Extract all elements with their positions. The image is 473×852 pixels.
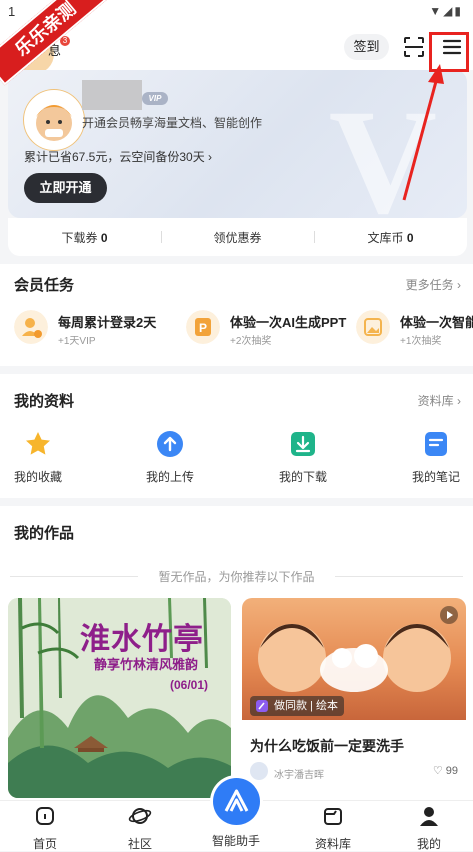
ai-assistant-icon[interactable] — [213, 778, 260, 825]
material-label: 我的收藏 — [13, 470, 62, 484]
coupon-discount[interactable]: 领优惠券 — [161, 218, 314, 256]
ppt-icon: P — [186, 310, 220, 344]
my-materials-section: 我的资料 资料库 › 我的收藏 我的上传 我的下载 我的笔记 — [0, 374, 473, 498]
materials-uploads[interactable]: 我的上传 — [130, 430, 210, 485]
play-icon[interactable] — [440, 606, 458, 624]
download-icon — [291, 432, 315, 456]
recommend-card-bamboo[interactable]: 淮水竹亭 静享竹林清风雅韵 (06/01) — [8, 598, 231, 798]
task-title: 体验一次智能 — [400, 315, 473, 330]
status-icons: ▼◢▮ — [429, 4, 463, 18]
task-item[interactable]: 每周累计登录2天 +1天VIP — [14, 308, 184, 356]
card1-title: 淮水竹亭 — [80, 623, 204, 656]
nav-label: 智能助手 — [211, 834, 260, 848]
section-title: 会员任务 — [14, 277, 75, 294]
like-icon: ♡ — [432, 765, 443, 777]
image-ai-icon — [356, 310, 390, 344]
material-label: 我的笔记 — [411, 470, 460, 484]
task-item[interactable]: 体验一次智能 +1次抽奖 — [356, 308, 473, 356]
materials-downloads[interactable]: 我的下载 — [263, 430, 343, 485]
coupon-value: 0 — [406, 231, 414, 245]
coupon-label: 下载券 — [61, 231, 98, 245]
material-label: 我的下载 — [278, 470, 327, 484]
star-icon — [26, 432, 50, 455]
section-title: 我的作品 — [14, 525, 75, 542]
card2-author: 冰宇潘吉晖 — [274, 770, 324, 781]
materials-notes[interactable]: 我的笔记 — [396, 430, 473, 485]
empty-works-text: 暂无作品，为你推荐以下作品 — [158, 570, 315, 584]
nav-home[interactable]: 首页 — [5, 805, 85, 852]
coupon-download[interactable]: 下载券 0 — [8, 218, 161, 256]
username-blurred — [82, 80, 142, 110]
nav-label: 社区 — [127, 837, 152, 851]
card2-title: 为什么吃饭前一定要洗手 — [250, 738, 404, 754]
nav-label: 资料库 — [314, 837, 351, 851]
recommend-card-handwash[interactable]: 做同款 | 绘本 为什么吃饭前一定要洗手 冰宇潘吉晖 ♡ 99 — [242, 598, 466, 798]
nav-community[interactable]: 社区 — [100, 805, 180, 852]
tag-label: 做同款 | 绘本 — [274, 700, 338, 712]
like-value: 99 — [445, 765, 458, 777]
like-count[interactable]: ♡ 99 — [433, 764, 458, 777]
note-icon — [425, 432, 447, 456]
coupon-value: 0 — [100, 231, 108, 245]
scan-icon[interactable] — [403, 36, 425, 58]
library-icon — [324, 808, 342, 825]
status-time: 1 — [8, 4, 16, 19]
svg-text:P: P — [199, 321, 207, 335]
more-tasks-link[interactable]: 更多任务 › — [406, 276, 461, 293]
nav-profile[interactable]: 我的 — [389, 805, 469, 852]
task-reward: +1次抽奖 — [400, 336, 442, 347]
coupon-row: 下载券 0 领优惠券 文库币 0 — [8, 218, 467, 256]
task-reward: +2次抽奖 — [230, 336, 272, 347]
brush-icon — [256, 700, 268, 712]
vip-subtitle: 开通会员畅享海量文档、智能创作 — [82, 116, 263, 130]
nav-label: 我的 — [416, 837, 441, 851]
card1-subtitle: 静享竹林清风雅韵 — [94, 657, 199, 672]
task-reward: +1天VIP — [58, 336, 96, 347]
card1-date: (06/01) — [170, 678, 209, 692]
library-link[interactable]: 资料库 › — [418, 392, 461, 409]
coupon-coins[interactable]: 文库币 0 — [314, 218, 467, 256]
user-avatar[interactable] — [24, 90, 84, 150]
open-vip-button[interactable]: 立即开通 — [24, 173, 107, 203]
member-tasks-section: 会员任务 更多任务 › 每周累计登录2天 +1天VIP P 体验一次AI生成PP… — [0, 264, 473, 366]
make-same-tag[interactable]: 做同款 | 绘本 — [250, 696, 344, 716]
upload-icon — [157, 431, 183, 457]
vip-badge: VIP — [142, 92, 168, 105]
annotation-arrow — [402, 64, 444, 201]
section-title: 我的资料 — [14, 393, 75, 410]
planet-icon — [128, 808, 152, 824]
home-icon — [36, 807, 54, 825]
task-title: 体验一次AI生成PPT — [230, 315, 347, 330]
materials-favorites[interactable]: 我的收藏 — [0, 430, 78, 485]
task-item[interactable]: P 体验一次AI生成PPT +2次抽奖 — [186, 308, 356, 356]
coupon-label: 领优惠券 — [213, 231, 262, 245]
coupon-label: 文库币 — [367, 231, 404, 245]
nav-library[interactable]: 资料库 — [293, 805, 373, 852]
signin-button[interactable]: 签到 — [344, 34, 389, 60]
user-gift-icon — [14, 310, 48, 344]
material-label: 我的上传 — [145, 470, 194, 484]
profile-icon — [420, 807, 438, 826]
nav-label: 首页 — [32, 837, 57, 851]
task-title: 每周累计登录2天 — [58, 315, 157, 330]
nav-ai-assistant[interactable]: 智能助手 — [196, 829, 276, 849]
vip-savings-stats[interactable]: 累计已省67.5元，云空间备份30天 › — [24, 148, 212, 165]
